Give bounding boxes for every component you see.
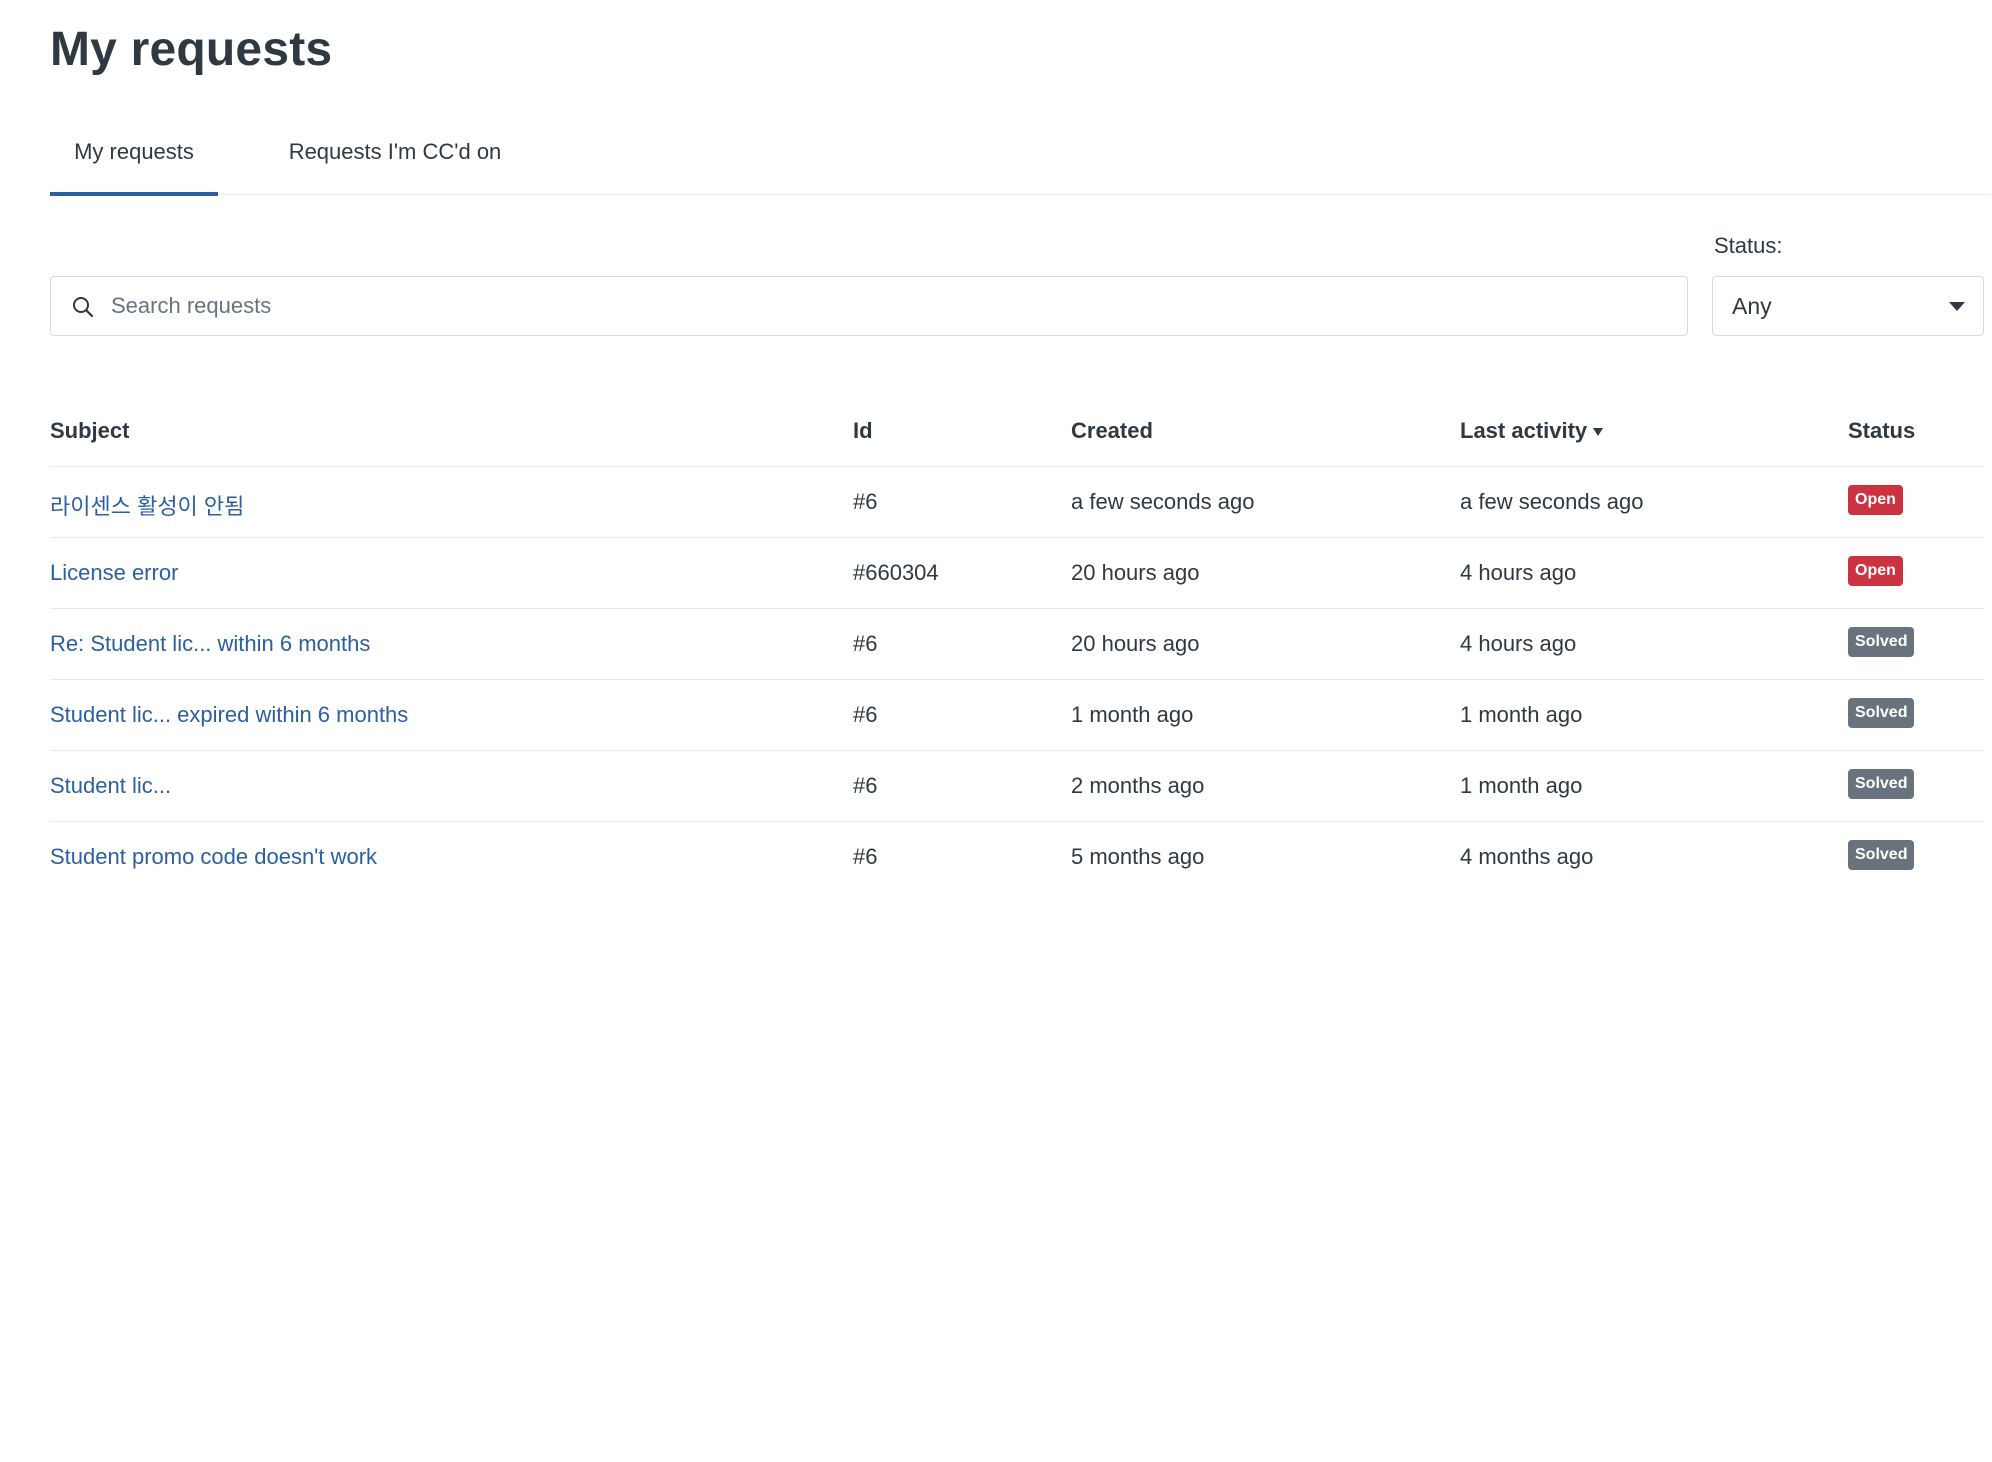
request-id: #6 <box>853 631 878 656</box>
table-header: Subject Id Created Last activity Status <box>50 404 1984 467</box>
sort-desc-icon <box>1593 428 1604 436</box>
header-last-activity[interactable]: Last activity <box>1460 418 1604 444</box>
request-last-activity: 4 hours ago <box>1460 560 1577 585</box>
request-subject-link[interactable]: 라이센스 활성이 안됨 <box>50 489 244 521</box>
request-created: 20 hours ago <box>1071 560 1200 585</box>
header-created[interactable]: Created <box>1071 418 1153 444</box>
request-last-activity: 4 hours ago <box>1460 631 1577 656</box>
search-icon <box>73 297 94 318</box>
tab-bar: My requests Requests I'm CC'd on <box>50 120 1990 196</box>
request-subject-link[interactable]: Student lic... <box>50 773 171 799</box>
header-status[interactable]: Status <box>1848 418 1915 444</box>
request-last-activity: 1 month ago <box>1460 773 1583 798</box>
request-created: 1 month ago <box>1071 702 1194 727</box>
request-id: #660304 <box>853 560 939 585</box>
status-badge: Solved <box>1848 698 1915 728</box>
tab-my-requests[interactable]: My requests <box>50 120 218 196</box>
request-id: #6 <box>853 773 878 798</box>
request-last-activity: a few seconds ago <box>1460 489 1644 514</box>
status-badge: Open <box>1848 556 1903 586</box>
request-last-activity: 4 months ago <box>1460 844 1594 869</box>
table-row: Student lic... #6 2 months ago 1 month a… <box>50 751 1984 822</box>
request-last-activity: 1 month ago <box>1460 702 1583 727</box>
request-created: a few seconds ago <box>1071 489 1255 514</box>
table-row: Student lic... expired within 6 months #… <box>50 680 1984 751</box>
status-filter-value: Any <box>1732 293 1772 319</box>
status-badge: Solved <box>1848 627 1915 657</box>
request-subject-link[interactable]: Student lic... expired within 6 months <box>50 702 408 728</box>
search-input[interactable] <box>111 277 1671 335</box>
status-badge: Open <box>1848 485 1903 515</box>
page-title: My requests <box>50 23 333 76</box>
request-id: #6 <box>853 702 878 727</box>
request-created: 2 months ago <box>1071 773 1205 798</box>
header-subject[interactable]: Subject <box>50 418 129 444</box>
status-badge: Solved <box>1848 769 1915 799</box>
header-id[interactable]: Id <box>853 418 873 444</box>
request-subject-link[interactable]: Student promo code doesn't work <box>50 844 377 870</box>
caret-down-icon <box>1949 302 1965 311</box>
header-last-activity-label: Last activity <box>1460 418 1588 443</box>
status-badge: Solved <box>1848 840 1915 870</box>
table-row: License error #660304 20 hours ago 4 hou… <box>50 538 1984 609</box>
request-id: #6 <box>853 489 878 514</box>
table-row: Re: Student lic... within 6 months #6 20… <box>50 609 1984 680</box>
request-created: 5 months ago <box>1071 844 1205 869</box>
tab-requests-cc[interactable]: Requests I'm CC'd on <box>265 120 525 192</box>
request-id: #6 <box>853 844 878 869</box>
request-subject-link[interactable]: License error <box>50 560 178 586</box>
table-row: 라이센스 활성이 안됨 #6 a few seconds ago a few s… <box>50 467 1984 538</box>
status-filter-select[interactable]: Any <box>1712 276 1984 336</box>
request-subject-link[interactable]: Re: Student lic... within 6 months <box>50 631 370 657</box>
table-row: Student promo code doesn't work #6 5 mon… <box>50 822 1984 892</box>
status-filter-label: Status: <box>1714 233 1783 258</box>
requests-table: Subject Id Created Last activity Status … <box>50 404 1984 892</box>
request-created: 20 hours ago <box>1071 631 1200 656</box>
search-box <box>50 276 1688 336</box>
